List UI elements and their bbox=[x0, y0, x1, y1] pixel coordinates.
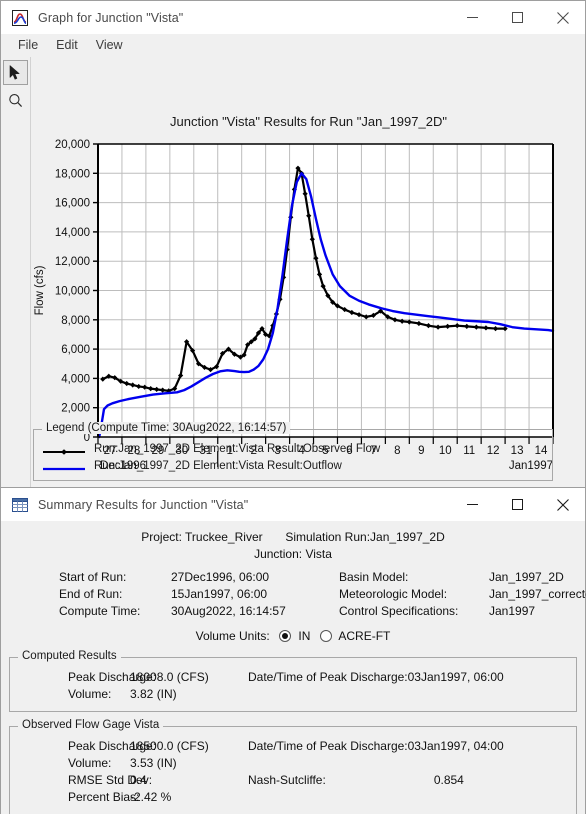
minimize-button[interactable] bbox=[450, 1, 495, 34]
graph-window-title: Graph for Junction "Vista" bbox=[38, 10, 184, 25]
control-specifications-value: Jan1997 bbox=[489, 604, 536, 618]
junction-label: Junction: Vista bbox=[254, 547, 332, 561]
meteorologic-model-label: Meteorologic Model: bbox=[339, 587, 448, 601]
svg-text:12,000: 12,000 bbox=[55, 256, 90, 268]
computed-peak-discharge-label: Peak Discharge: bbox=[68, 670, 157, 684]
simulation-run-label: Simulation Run:Jan_1997_2D bbox=[285, 530, 445, 544]
basin-model-value: Jan_1997_2D bbox=[489, 570, 564, 584]
close-button[interactable] bbox=[540, 488, 585, 521]
computed-volume-label: Volume: bbox=[68, 687, 112, 701]
summary-window-titlebar[interactable]: Summary Results for Junction "Vista" bbox=[1, 488, 585, 521]
radio-label-acre-ft: ACRE-FT bbox=[338, 629, 391, 643]
graph-window-titlebar[interactable]: Graph for Junction "Vista" bbox=[1, 1, 585, 34]
observed-peak-datetime-label: Date/Time of Peak Discharge: bbox=[248, 739, 408, 753]
svg-text:18,000: 18,000 bbox=[55, 168, 90, 180]
minimize-button[interactable] bbox=[450, 488, 495, 521]
legend-label-outflow: Run:Jan_1997_2D Element:Vista Result:Out… bbox=[94, 459, 342, 472]
svg-text:6,000: 6,000 bbox=[61, 344, 90, 356]
computed-peak-datetime-label: Date/Time of Peak Discharge: bbox=[248, 670, 408, 684]
nash-sutcliffe-value: 0.854 bbox=[433, 773, 464, 787]
svg-text:4,000: 4,000 bbox=[61, 373, 90, 385]
graph-body: Junction "Vista" Results for Run "Jan_19… bbox=[1, 57, 585, 494]
maximize-button[interactable] bbox=[495, 488, 540, 521]
summary-window-title: Summary Results for Junction "Vista" bbox=[38, 497, 249, 512]
maximize-button[interactable] bbox=[495, 1, 540, 34]
radio-label-in: IN bbox=[298, 629, 311, 643]
compute-time-label: Compute Time: bbox=[59, 604, 141, 618]
observed-peak-discharge-value: 18500.0 (CFS) bbox=[130, 739, 209, 753]
volume-units-label: Volume Units: bbox=[195, 629, 270, 643]
observed-peak-datetime: Date/Time of Peak Discharge:03Jan1997, 0… bbox=[248, 739, 576, 753]
graph-icon bbox=[12, 9, 28, 26]
observed-flow-gage-group: Observed Flow Gage Vista Peak Discharge:… bbox=[9, 719, 577, 814]
legend-entry-observed-flow: Run:Jan_1997_2D Element:Vista Result:Obs… bbox=[42, 440, 552, 457]
menu-file[interactable]: File bbox=[9, 34, 47, 57]
legend-swatch-outflow bbox=[42, 461, 86, 471]
spacer-cell bbox=[248, 790, 576, 804]
spacer-cell bbox=[248, 756, 576, 770]
nash-sutcliffe-label: Nash-Sutcliffe: bbox=[248, 773, 326, 787]
computed-peak-datetime-value: 03Jan1997, 06:00 bbox=[407, 670, 504, 684]
summary-project-line: Project: Truckee_River Simulation Run:Ja… bbox=[1, 530, 585, 544]
observed-volume-label: Volume: bbox=[68, 756, 112, 770]
computed-results-title: Computed Results bbox=[18, 650, 121, 662]
svg-text:10,000: 10,000 bbox=[55, 286, 90, 298]
percent-bias-label: Percent Bias: bbox=[68, 790, 140, 804]
summary-window-buttons bbox=[450, 488, 585, 521]
computed-results-content: Peak Discharge: 18008.0 (CFS) Date/Time … bbox=[10, 658, 576, 711]
radio-volume-units-acre-ft[interactable] bbox=[319, 630, 332, 642]
graph-window-buttons bbox=[450, 1, 585, 34]
observed-flow-gage-title: Observed Flow Gage Vista bbox=[18, 719, 164, 731]
svg-text:8,000: 8,000 bbox=[61, 315, 90, 327]
svg-text:2,000: 2,000 bbox=[61, 403, 90, 415]
rmse-std-dev-label: RMSE Std Dev: bbox=[68, 773, 153, 787]
summary-results-window: Summary Results for Junction "Vista" Pro… bbox=[0, 487, 586, 814]
meteorologic-model-value: Jan_1997_corrected bbox=[489, 587, 586, 601]
legend-swatch-observed-flow bbox=[42, 444, 86, 455]
computed-results-group: Computed Results Peak Discharge: 18008.0… bbox=[9, 650, 577, 712]
observed-peak-discharge-label: Peak Discharge: bbox=[68, 739, 157, 753]
legend-entry-outflow: Run:Jan_1997_2D Element:Vista Result:Out… bbox=[42, 457, 552, 474]
svg-text:14,000: 14,000 bbox=[55, 227, 90, 239]
observed-peak-datetime-value: 03Jan1997, 04:00 bbox=[407, 739, 504, 753]
legend-title: Legend (Compute Time: 30Aug2022, 16:14:5… bbox=[42, 422, 291, 434]
percent-bias-value: -2.42 % bbox=[130, 790, 172, 804]
computed-peak-datetime: Date/Time of Peak Discharge:03Jan1997, 0… bbox=[248, 670, 576, 684]
control-specifications-label: Control Specifications: bbox=[339, 604, 459, 618]
nash-sutcliffe-row: Nash-Sutcliffe: 0.854 bbox=[248, 773, 576, 787]
graph-window: Graph for Junction "Vista" File Edit Vie… bbox=[0, 0, 586, 495]
svg-text:Flow (cfs): Flow (cfs) bbox=[34, 265, 46, 315]
start-of-run-label: Start of Run: bbox=[59, 570, 127, 584]
observed-results-content: Peak Discharge: 18500.0 (CFS) Date/Time … bbox=[10, 727, 576, 814]
legend-label-observed-flow: Run:Jan_1997_2D Element:Vista Result:Obs… bbox=[94, 442, 381, 455]
spacer-cell bbox=[248, 687, 576, 701]
computed-peak-discharge-value: 18008.0 (CFS) bbox=[130, 670, 209, 684]
basin-model-label: Basin Model: bbox=[339, 570, 409, 584]
close-button[interactable] bbox=[540, 1, 585, 34]
project-label: Project: Truckee_River bbox=[141, 530, 263, 544]
summary-junction-line: Junction: Vista bbox=[1, 547, 585, 561]
menu-view[interactable]: View bbox=[87, 34, 132, 57]
menu-edit[interactable]: Edit bbox=[47, 34, 87, 57]
radio-volume-units-in[interactable] bbox=[279, 630, 292, 642]
end-of-run-value: 15Jan1997, 06:00 bbox=[171, 587, 268, 601]
compute-time-value: 30Aug2022, 16:14:57 bbox=[171, 604, 286, 618]
computed-volume-value: 3.82 (IN) bbox=[130, 687, 177, 701]
volume-units-row: Volume Units: IN ACRE-FT bbox=[1, 629, 585, 643]
observed-volume-value: 3.53 (IN) bbox=[130, 756, 177, 770]
graph-menubar: File Edit View bbox=[1, 34, 585, 57]
application-root: Graph for Junction "Vista" File Edit Vie… bbox=[0, 0, 586, 814]
summary-body: Project: Truckee_River Simulation Run:Ja… bbox=[1, 530, 586, 814]
chart-legend: Legend (Compute Time: 30Aug2022, 16:14:5… bbox=[33, 422, 553, 481]
run-info-grid: Start of Run: 27Dec1996, 06:00 Basin Mod… bbox=[1, 570, 586, 618]
svg-text:20,000: 20,000 bbox=[55, 139, 90, 151]
end-of-run-label: End of Run: bbox=[59, 587, 123, 601]
rmse-std-dev-value: 0.4 bbox=[130, 773, 147, 787]
svg-text:16,000: 16,000 bbox=[55, 198, 90, 210]
start-of-run-value: 27Dec1996, 06:00 bbox=[171, 570, 270, 584]
table-icon bbox=[12, 497, 28, 513]
